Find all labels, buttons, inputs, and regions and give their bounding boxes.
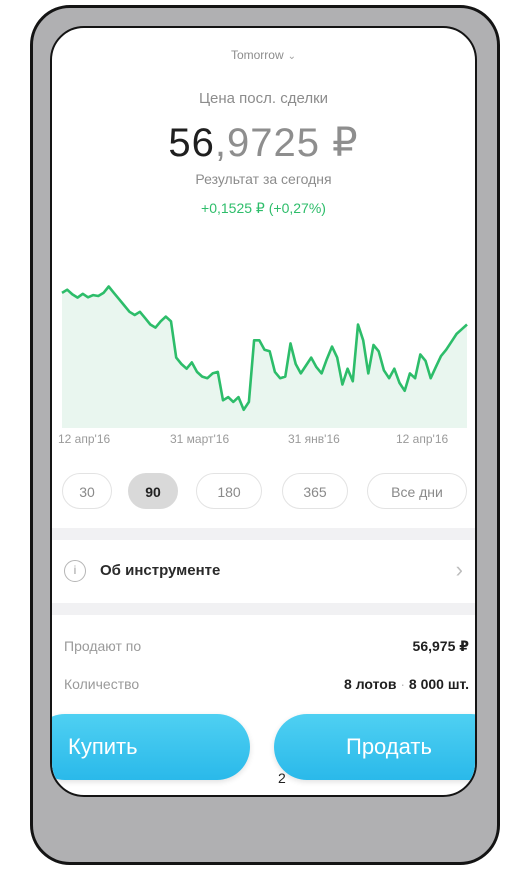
price-currency: ₽ — [320, 121, 359, 165]
price-integer: 56 — [168, 121, 215, 165]
x-tick-label: 31 март'16 — [170, 432, 230, 446]
bottom-fragment: 2 — [278, 770, 286, 786]
phone-screen: Tomorrow ⌄ Цена посл. сделки 56,9725 ₽ Ре… — [50, 26, 477, 797]
x-tick-label: 31 янв'16 — [288, 432, 340, 446]
period-selector: 30 90 180 365 Все дни — [62, 473, 467, 513]
info-icon: i — [64, 560, 86, 582]
section-divider — [52, 528, 475, 540]
result-label: Результат за сегодня — [195, 171, 332, 187]
period-180-button[interactable]: 180 — [196, 473, 262, 509]
about-instrument-row[interactable]: i Об инструменте › — [52, 543, 475, 603]
chevron-down-icon: ⌄ — [287, 51, 297, 62]
chart-area — [62, 286, 467, 428]
buy-button[interactable]: Купить — [52, 714, 250, 780]
last-trade-label: Цена посл. сделки — [198, 90, 329, 107]
price-fraction: ,9725 — [214, 121, 321, 165]
quantity-lots: 8 лотов — [344, 676, 397, 692]
price-value: 56,9725 ₽ — [52, 120, 475, 166]
section-divider — [52, 603, 475, 615]
quantity-label: Количество — [64, 676, 140, 692]
sell-at-value: 56,975 ₽ — [412, 638, 469, 654]
result-change: +0,1525 ₽ (+0,27%) — [201, 200, 326, 216]
period-all-days-button[interactable]: Все дни — [367, 473, 467, 509]
sell-at-label: Продают по — [64, 638, 142, 654]
quantity-value: 8 лотов · 8 000 шт. — [344, 676, 469, 692]
period-365-button[interactable]: 365 — [282, 473, 348, 509]
instrument-dropdown[interactable]: Tomorrow ⌄ — [52, 48, 475, 62]
quantity-separator: · — [400, 676, 405, 692]
price-chart[interactable] — [52, 258, 477, 428]
chevron-right-icon: › — [455, 557, 463, 582]
x-axis: 12 апр'16 31 март'16 31 янв'16 12 апр'16 — [52, 432, 475, 452]
x-tick-label: 12 апр'16 — [58, 432, 111, 446]
sell-button[interactable]: Продать — [274, 714, 475, 780]
about-instrument-label: Об инструменте — [100, 562, 221, 579]
quantity-shares: 8 000 шт. — [408, 676, 469, 692]
x-tick-label: 12 апр'16 — [396, 432, 449, 446]
instrument-dropdown-label: Tomorrow — [230, 48, 284, 62]
period-90-button[interactable]: 90 — [128, 473, 178, 509]
period-30-button[interactable]: 30 — [62, 473, 112, 509]
